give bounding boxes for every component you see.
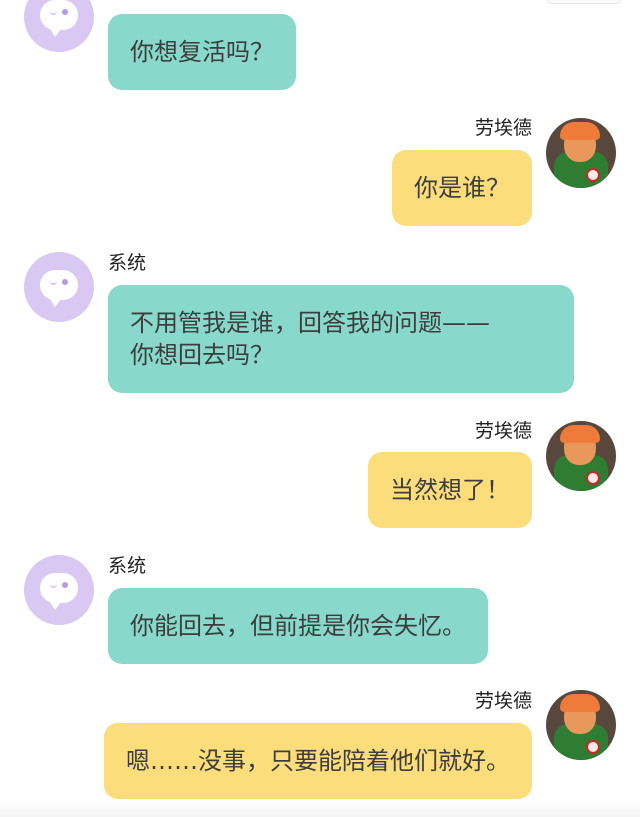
message-text: 你想复活吗？ xyxy=(130,38,274,66)
user-avatar[interactable] xyxy=(546,118,616,188)
message-text: 你是谁？ xyxy=(414,174,510,202)
user-message-bubble: 嗯……没事，只要能陪着他们就好。 xyxy=(104,723,532,799)
system-avatar[interactable] xyxy=(24,252,94,322)
system-message-bubble: 你想复活吗？ xyxy=(108,14,296,90)
message-text: 你能回去，但前提是你会失忆。 xyxy=(130,612,466,640)
message-text: 当然想了！ xyxy=(390,476,510,504)
topright-partial-element xyxy=(546,0,622,4)
user-message-bubble: 当然想了！ xyxy=(368,452,532,528)
message-text-line: 不用管我是谁，回答我的问题—— xyxy=(130,309,490,337)
chat-bubble-face-icon xyxy=(40,573,78,610)
chat-bubble-face-icon xyxy=(40,270,78,307)
user-avatar[interactable] xyxy=(546,421,616,491)
message-text-line: 你想回去吗？ xyxy=(130,341,274,369)
system-avatar[interactable] xyxy=(24,0,94,52)
sender-name: 劳埃德 xyxy=(474,690,532,712)
bottom-edge xyxy=(0,802,640,817)
system-avatar[interactable] xyxy=(24,555,94,625)
chat-bubble-face-icon xyxy=(40,0,78,37)
sender-name: 系统 xyxy=(108,252,147,274)
system-message-bubble: 不用管我是谁，回答我的问题—— 你想回去吗？ xyxy=(108,285,574,393)
user-avatar[interactable] xyxy=(546,690,616,760)
sender-name: 劳埃德 xyxy=(474,420,532,442)
system-message-bubble: 你能回去，但前提是你会失忆。 xyxy=(108,588,488,664)
user-message-bubble: 你是谁？ xyxy=(392,150,532,226)
sender-name: 劳埃德 xyxy=(474,117,532,139)
message-text: 嗯……没事，只要能陪着他们就好。 xyxy=(126,747,510,775)
sender-name: 系统 xyxy=(108,555,147,577)
